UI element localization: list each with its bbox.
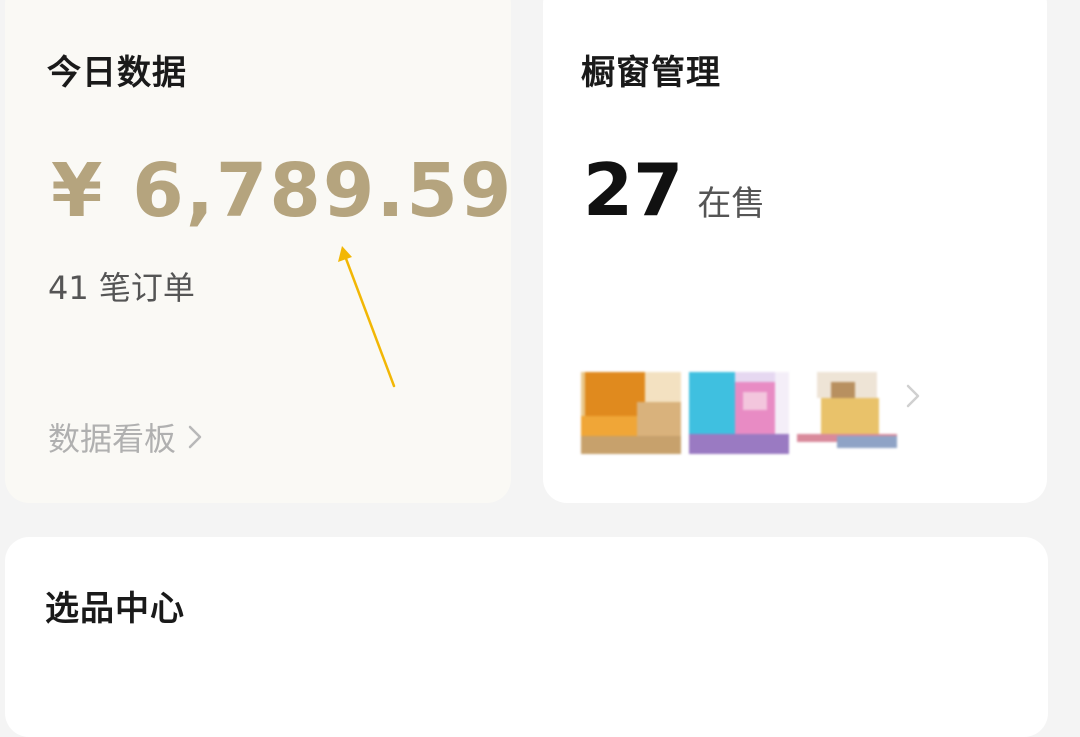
showcase-management-card[interactable]: 橱窗管理 27 在售 (543, 0, 1047, 503)
chevron-right-icon (188, 425, 202, 449)
showcase-management-title: 橱窗管理 (581, 53, 721, 93)
product-thumbnail-3 (797, 372, 897, 454)
on-sale-label: 在售 (697, 184, 766, 224)
today-sales-amount: ¥ 6,789.59 (51, 148, 514, 234)
on-sale-count-row: 27 在售 (583, 148, 765, 232)
product-thumbnails[interactable] (581, 372, 905, 454)
on-sale-count: 27 (583, 148, 684, 232)
chevron-right-icon[interactable] (903, 382, 923, 410)
product-selection-center-title: 选品中心 (45, 589, 185, 629)
data-dashboard-link[interactable]: 数据看板 (48, 414, 204, 460)
today-order-count: 41 笔订单 (48, 269, 195, 307)
product-thumbnail-1 (581, 372, 681, 454)
product-selection-center-card[interactable]: 选品中心 (5, 537, 1048, 737)
product-thumbnail-2 (689, 372, 789, 454)
data-dashboard-link-label: 数据看板 (48, 420, 177, 458)
today-data-card[interactable]: 今日数据 ¥ 6,789.59 41 笔订单 数据看板 (5, 0, 511, 503)
today-data-title: 今日数据 (47, 53, 187, 93)
